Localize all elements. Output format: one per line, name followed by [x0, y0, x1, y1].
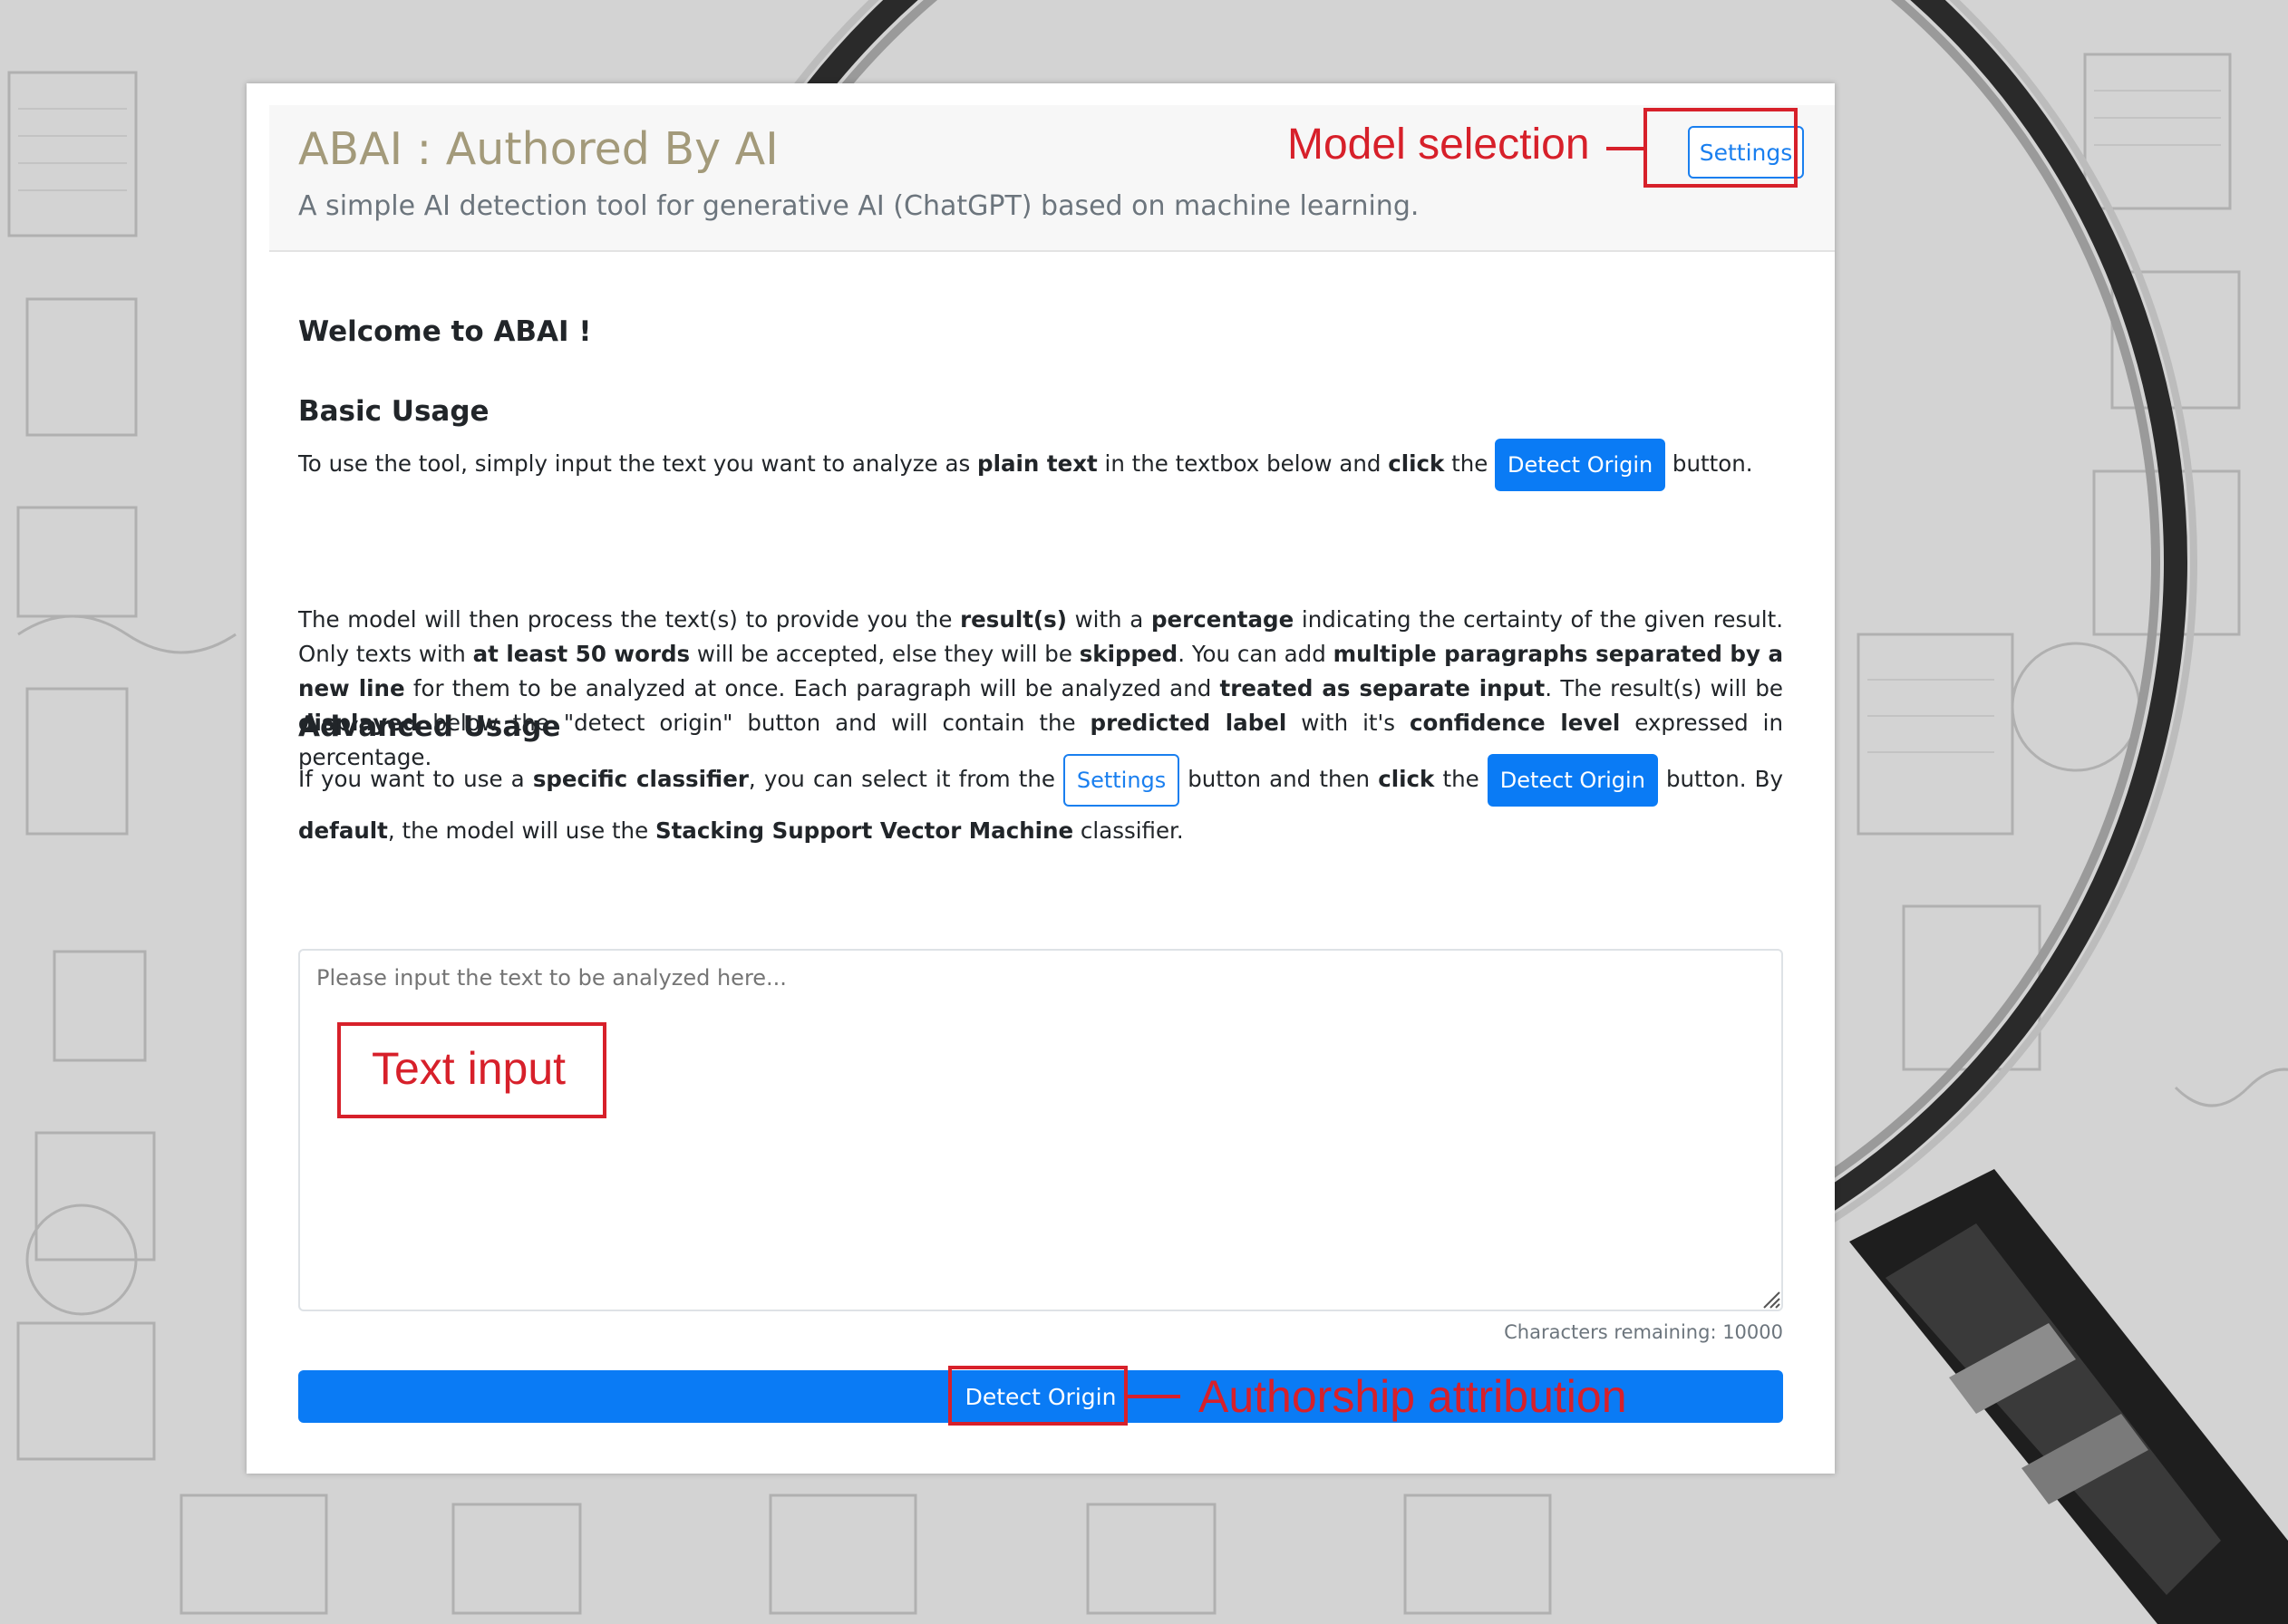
annotation-line-detect — [1128, 1395, 1180, 1398]
header: ABAI : Authored By AI A simple AI detect… — [269, 105, 1835, 252]
characters-remaining: Characters remaining: 10000 — [1504, 1321, 1783, 1343]
detect-origin-inline-button[interactable]: Detect Origin — [1495, 439, 1666, 491]
page-subtitle: A simple AI detection tool for generativ… — [298, 190, 1420, 222]
welcome-heading: Welcome to ABAI ! — [298, 315, 592, 348]
basic-usage-paragraph-1: To use the tool, simply input the text y… — [298, 439, 1783, 491]
annotation-box-detect — [948, 1366, 1128, 1426]
annotation-box-settings — [1643, 108, 1798, 188]
page-title: ABAI : Authored By AI — [298, 123, 779, 175]
settings-inline-button[interactable]: Settings — [1063, 754, 1180, 807]
detect-origin-inline-button[interactable]: Detect Origin — [1487, 754, 1658, 807]
advanced-usage-heading: Advanced Usage — [298, 710, 561, 743]
text-input[interactable] — [298, 949, 1783, 1311]
basic-usage-paragraph-2: The model will then process the text(s) … — [298, 606, 1783, 770]
annotation-model-selection: Model selection — [1287, 121, 1590, 169]
annotation-text-input: Text input — [372, 1043, 567, 1094]
main-card: ABAI : Authored By AI A simple AI detect… — [247, 83, 1835, 1474]
basic-usage-heading: Basic Usage — [298, 395, 490, 428]
annotation-authorship: Authorship attribution — [1198, 1371, 1627, 1422]
resize-grip-icon[interactable] — [1762, 1290, 1780, 1309]
annotation-line-settings — [1606, 147, 1643, 150]
advanced-usage-paragraph: If you want to use a specific classifier… — [298, 754, 1783, 855]
